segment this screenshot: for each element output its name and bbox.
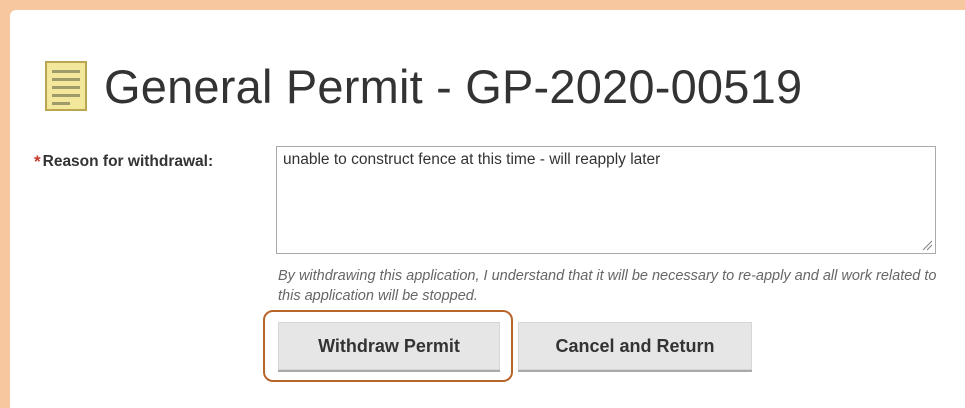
cancel-and-return-button[interactable]: Cancel and Return <box>518 322 752 370</box>
required-marker: * <box>34 152 41 171</box>
reason-text: unable to construct fence at this time -… <box>283 151 661 168</box>
page-header: General Permit - GP-2020-00519 <box>44 54 802 118</box>
withdraw-permit-button[interactable]: Withdraw Permit <box>278 322 500 370</box>
reason-textarea[interactable]: unable to construct fence at this time -… <box>276 146 936 254</box>
reason-label-group: * Reason for withdrawal: <box>34 152 213 172</box>
reason-label: Reason for withdrawal: <box>42 153 214 170</box>
resize-grip-icon[interactable] <box>921 239 933 251</box>
withdrawal-disclaimer: By withdrawing this application, I under… <box>278 268 937 304</box>
document-list-icon <box>45 61 87 111</box>
page-title: General Permit - GP-2020-00519 <box>104 59 803 113</box>
